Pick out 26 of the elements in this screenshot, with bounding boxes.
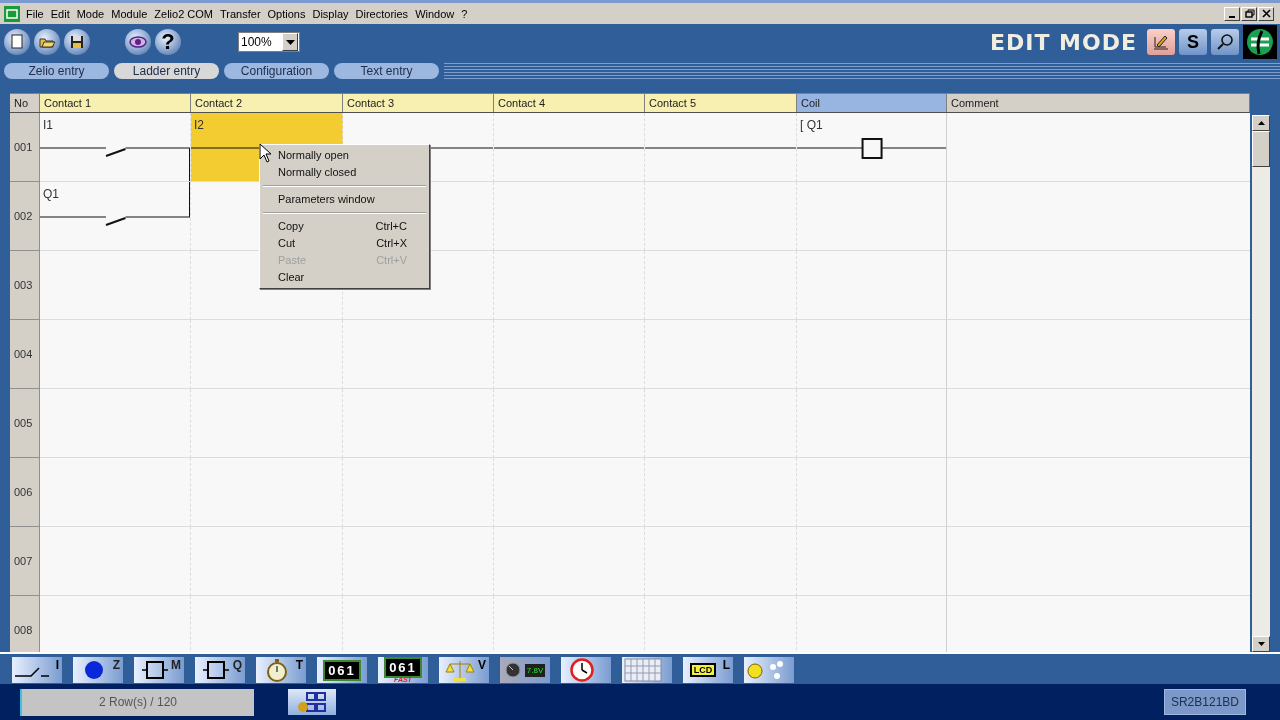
contact-label: I1: [43, 118, 53, 132]
palette-letter: Z: [112, 658, 120, 672]
row-number: 003: [10, 251, 40, 320]
rows-count: 2 Row(s) / 120: [20, 688, 254, 716]
lcd-display: LCD: [689, 663, 717, 677]
palette-letter: Q: [232, 658, 242, 672]
row-number: 001: [10, 113, 40, 182]
row-number: 008: [10, 596, 40, 652]
mode-label: EDIT MODE: [989, 29, 1137, 55]
contact-label: Q1: [43, 187, 59, 201]
row-number: 004: [10, 320, 40, 389]
voltage-display: 7.8V: [524, 663, 546, 677]
contact-label: I2: [194, 118, 204, 132]
row-number: 006: [10, 458, 40, 527]
coil-label: [ Q1: [800, 118, 823, 132]
counter-display: 061: [323, 659, 361, 681]
palette-letter: I: [55, 658, 59, 672]
palette-letter: T: [295, 658, 303, 672]
module-name: SR2B121BD: [1163, 689, 1246, 715]
palette-letter: M: [171, 658, 181, 672]
row-number: 007: [10, 527, 40, 596]
palette-letter: V: [478, 658, 486, 672]
row-number: 005: [10, 389, 40, 458]
palette-letter: L: [722, 658, 730, 672]
row-number: 002: [10, 182, 40, 251]
counter-display: 061: [384, 656, 422, 678]
